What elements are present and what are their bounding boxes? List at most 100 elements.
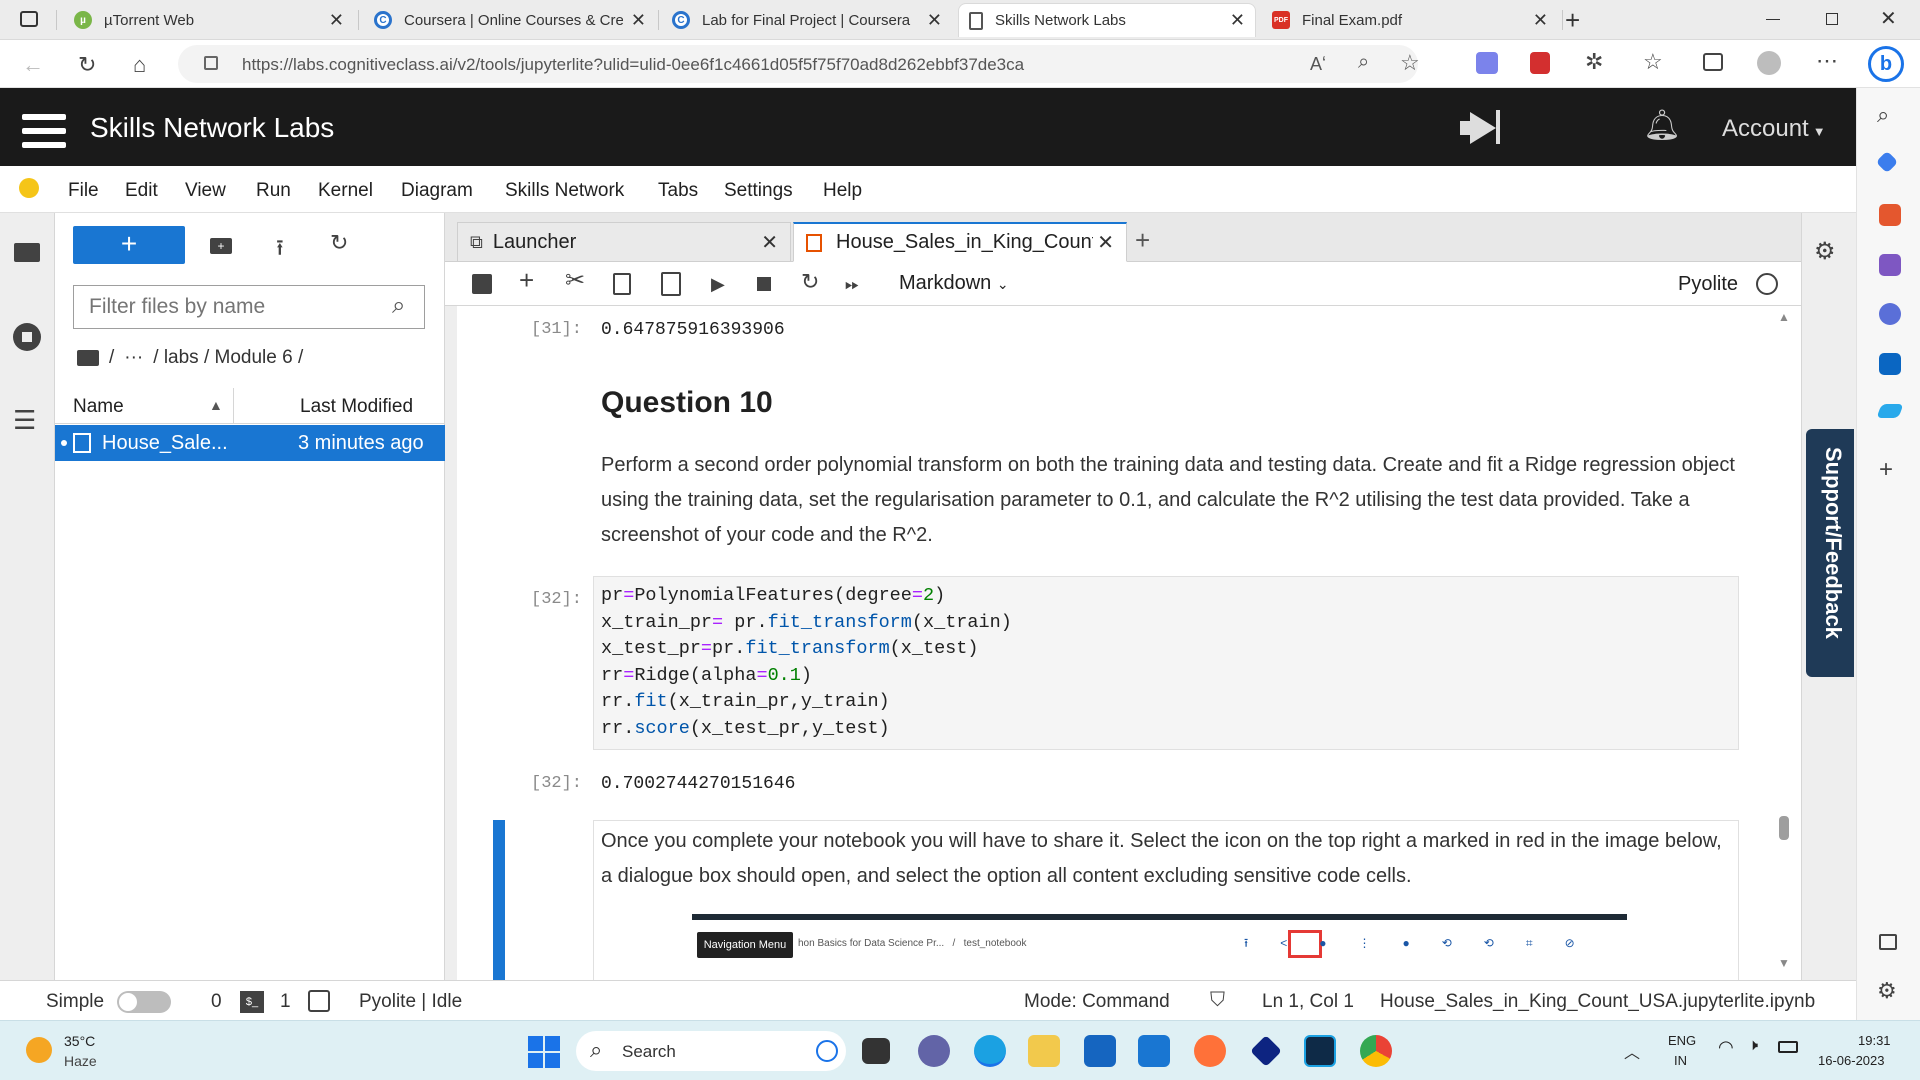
running-sessions-icon[interactable]: [13, 323, 41, 351]
menu-kernel[interactable]: Kernel: [318, 180, 373, 202]
file-explorer-icon[interactable]: [1028, 1035, 1060, 1067]
upload-icon[interactable]: ⭱: [276, 231, 284, 269]
menu-settings[interactable]: Settings: [724, 180, 793, 202]
clock-time[interactable]: 19:31: [1858, 1033, 1891, 1048]
folder-icon[interactable]: [14, 243, 40, 262]
language-line1[interactable]: ENG: [1668, 1033, 1696, 1048]
favorites-icon[interactable]: ☆: [1643, 49, 1663, 75]
tab-actions-icon[interactable]: [20, 11, 38, 27]
sort-ascending-icon[interactable]: ▲: [209, 397, 223, 413]
run-cell-icon[interactable]: ▶: [711, 272, 725, 296]
app-icon[interactable]: [1304, 1035, 1336, 1067]
taskbar-search[interactable]: ⌕ Search: [576, 1031, 846, 1071]
wifi-icon[interactable]: ◠: [1718, 1037, 1734, 1058]
extension-red-icon[interactable]: [1530, 52, 1550, 74]
support-feedback-tab[interactable]: Support/Feedback: [1806, 429, 1854, 677]
more-menu-icon[interactable]: ⋯: [1816, 48, 1838, 74]
refresh-icon[interactable]: ↻: [78, 54, 96, 76]
collections-icon[interactable]: [1703, 53, 1723, 71]
extension-teams-icon[interactable]: [1476, 52, 1498, 74]
volume-muted-icon[interactable]: 🕨︎: [1748, 1037, 1758, 1055]
zoom-icon[interactable]: ⌕: [1358, 51, 1369, 74]
start-icon[interactable]: [528, 1036, 560, 1068]
url-field[interactable]: https://labs.cognitiveclass.ai/v2/tools/…: [178, 45, 1420, 83]
table-of-contents-icon[interactable]: ☰: [13, 407, 36, 433]
sidebar-settings-icon[interactable]: ⚙: [1877, 978, 1897, 1004]
kernel-name[interactable]: Pyolite: [1678, 272, 1738, 296]
browser-tab-lab[interactable]: C Lab for Final Project | Coursera ✕: [662, 3, 952, 37]
minimize-icon[interactable]: [1766, 19, 1780, 20]
new-folder-icon[interactable]: +: [210, 238, 232, 254]
telegram-icon[interactable]: [1876, 404, 1904, 418]
menu-view[interactable]: View: [185, 180, 226, 202]
chevron-up-icon[interactable]: ︿: [1624, 1039, 1640, 1063]
new-launcher-button[interactable]: +: [73, 226, 185, 264]
games-icon[interactable]: [1879, 254, 1901, 276]
close-icon[interactable]: ✕: [1097, 230, 1114, 255]
add-sidebar-app-icon[interactable]: +: [1879, 456, 1893, 484]
menu-edit[interactable]: Edit: [125, 180, 158, 202]
new-tab-icon[interactable]: +: [1565, 5, 1580, 36]
chrome-icon[interactable]: [1360, 1035, 1392, 1067]
close-icon[interactable]: ✕: [1533, 10, 1548, 31]
interrupt-kernel-icon[interactable]: [757, 277, 771, 291]
breadcrumb-root[interactable]: /: [109, 347, 114, 369]
close-icon[interactable]: ✕: [761, 230, 778, 255]
chat-icon[interactable]: [918, 1035, 950, 1067]
tools-icon[interactable]: [1879, 204, 1901, 226]
cut-icon[interactable]: ✂: [565, 269, 585, 293]
restore-icon[interactable]: [1826, 13, 1838, 25]
close-icon[interactable]: ✕: [1230, 10, 1245, 31]
edge-icon[interactable]: [974, 1035, 1006, 1067]
save-icon[interactable]: [472, 274, 492, 294]
firefox-icon[interactable]: [1194, 1035, 1226, 1067]
bing-icon[interactable]: b: [1868, 46, 1904, 82]
root-folder-icon[interactable]: [77, 350, 99, 366]
outlook-icon[interactable]: [1879, 353, 1901, 375]
shopping-icon[interactable]: [1875, 150, 1899, 174]
breadcrumb-path[interactable]: / labs / Module 6 /: [153, 347, 303, 369]
home-icon[interactable]: ⌂: [133, 54, 146, 76]
insert-cell-icon[interactable]: +: [519, 267, 534, 293]
favorite-star-icon[interactable]: ☆: [1400, 50, 1420, 76]
close-icon[interactable]: ✕: [631, 10, 646, 31]
menu-tabs[interactable]: Tabs: [658, 180, 698, 202]
simple-mode-toggle[interactable]: [117, 991, 171, 1013]
restart-kernel-icon[interactable]: ↻: [801, 270, 819, 294]
browser-tab-skills-network[interactable]: Skills Network Labs ✕: [958, 3, 1256, 37]
scrollbar-thumb[interactable]: [1779, 816, 1789, 840]
dropbox-icon[interactable]: [1250, 1035, 1282, 1067]
store-icon[interactable]: [1084, 1035, 1116, 1067]
menu-file[interactable]: File: [68, 180, 99, 202]
filter-files-field[interactable]: ⌕: [73, 285, 425, 329]
mail-icon[interactable]: [1138, 1035, 1170, 1067]
kernel-status[interactable]: Pyolite | Idle: [359, 991, 462, 1013]
close-icon[interactable]: ✕: [329, 10, 344, 31]
microsoft365-icon[interactable]: [1879, 303, 1901, 325]
browser-tab-pdf[interactable]: PDF Final Exam.pdf ✕: [1262, 3, 1558, 37]
account-menu[interactable]: Account ▼: [1722, 115, 1826, 143]
code-cell[interactable]: pr=PolynomialFeatures(degree=2) x_train_…: [593, 576, 1739, 750]
cursor-position[interactable]: Ln 1, Col 1: [1262, 991, 1354, 1013]
language-line2[interactable]: IN: [1674, 1053, 1687, 1068]
back-icon[interactable]: ←: [22, 54, 44, 76]
property-inspector-icon[interactable]: ⚙: [1814, 237, 1836, 266]
scroll-up-icon[interactable]: ▲: [1778, 310, 1790, 324]
task-view-icon[interactable]: [862, 1038, 890, 1064]
run-all-icon[interactable]: ⏩︎: [845, 272, 859, 296]
megaphone-icon[interactable]: [1460, 110, 1500, 144]
scroll-down-icon[interactable]: ▼: [1778, 956, 1790, 970]
menu-diagram[interactable]: Diagram: [401, 180, 473, 202]
column-last-modified[interactable]: Last Modified: [300, 396, 413, 418]
hide-sidebar-icon[interactable]: [1879, 934, 1897, 950]
paste-icon[interactable]: [661, 272, 681, 296]
new-tab-icon[interactable]: +: [1135, 225, 1150, 256]
breadcrumb-ellipsis[interactable]: ···: [124, 347, 143, 369]
tab-notebook[interactable]: House_Sales_in_King_Count_U ✕: [793, 222, 1127, 262]
refresh-files-icon[interactable]: ↻: [330, 230, 348, 256]
menu-skills-network[interactable]: Skills Network: [505, 180, 624, 202]
filter-files-input[interactable]: [75, 287, 375, 327]
read-aloud-icon[interactable]: Aʻ: [1310, 54, 1326, 75]
browser-tab-utorrent[interactable]: µ µTorrent Web ✕: [64, 3, 354, 37]
column-name[interactable]: Name: [73, 396, 124, 418]
